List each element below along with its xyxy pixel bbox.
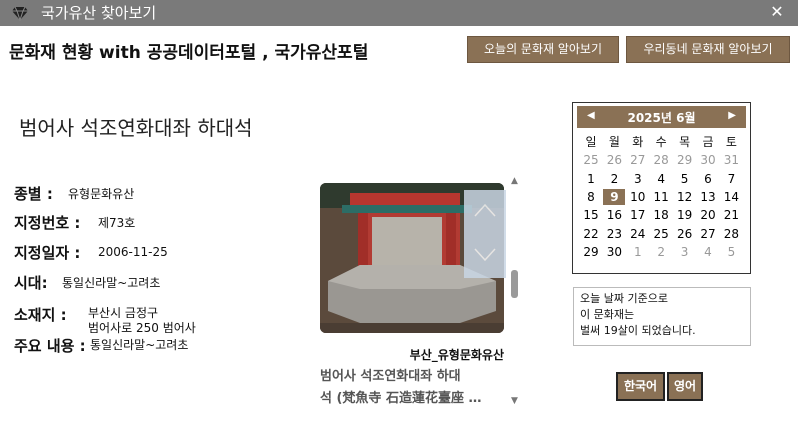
window-titlebar: 국가유산 찾아보기 ✕ <box>0 0 798 26</box>
page-title: 문화재 현황 with 공공데이터포털 , 국가유산포털 <box>9 43 369 63</box>
calendar-day[interactable]: 27 <box>627 152 649 168</box>
calendar-day-selected[interactable]: 9 <box>603 188 626 205</box>
designation-date-value: 2006-11-25 <box>98 245 168 259</box>
calendar-day[interactable]: 29 <box>580 244 602 260</box>
calendar-day[interactable]: 25 <box>580 152 602 168</box>
weekday-header: 화 <box>632 135 644 149</box>
weekday-header: 수 <box>655 135 667 149</box>
calendar-day[interactable]: 21 <box>720 207 742 223</box>
calendar-day[interactable]: 22 <box>580 226 602 242</box>
photo-title-caption: 범어사 석조연화대좌 하대 석 (梵魚寺 石造蓮花臺座 … <box>320 366 504 410</box>
english-language-button[interactable]: 영어 <box>667 372 703 401</box>
today-heritage-button[interactable]: 오늘의 문화재 알아보기 <box>467 36 619 63</box>
calendar-day[interactable]: 30 <box>603 244 625 260</box>
weekday-header: 금 <box>702 135 714 149</box>
calendar-day[interactable]: 4 <box>697 244 719 260</box>
calendar: ◀ 2025년 6월 ▶ 일 월 화 수 목 금 토 25 26 27 28 29 30 31 1 2 3 4 5 6… <box>572 102 751 274</box>
calendar-day[interactable]: 20 <box>697 207 719 223</box>
age-info-line1: 오늘 날짜 기준으로 <box>580 292 668 305</box>
designation-date-label: 지정일자 : <box>14 244 81 262</box>
scroll-up-arrow-icon[interactable]: ▲ <box>511 176 518 186</box>
calendar-day[interactable]: 18 <box>650 207 672 223</box>
calendar-day[interactable]: 4 <box>650 171 672 187</box>
calendar-day[interactable]: 24 <box>627 226 649 242</box>
gallery-scrollbar[interactable]: ▲ ▼ <box>509 176 521 406</box>
calendar-day[interactable]: 3 <box>627 171 649 187</box>
photo-category-caption: 부산_유형문화유산 <box>409 348 504 362</box>
calendar-day[interactable]: 29 <box>674 152 696 168</box>
calendar-day[interactable]: 23 <box>603 226 625 242</box>
previous-image-button[interactable] <box>464 190 506 234</box>
photo-title-line1: 범어사 석조연화대좌 하대 <box>320 369 461 384</box>
calendar-month-label: 2025년 6월 <box>627 111 696 125</box>
calendar-day[interactable]: 16 <box>603 207 625 223</box>
chevron-up-icon <box>474 203 496 217</box>
calendar-day[interactable]: 1 <box>627 244 649 260</box>
calendar-day[interactable]: 1 <box>580 171 602 187</box>
category-value: 유형문화유산 <box>68 187 135 201</box>
weekday-header: 일 <box>585 135 597 149</box>
location-value-line2: 범어사로 250 범어사 <box>88 321 196 335</box>
korean-language-button[interactable]: 한국어 <box>616 372 665 401</box>
calendar-day[interactable]: 12 <box>674 189 696 205</box>
heritage-name: 범어사 석조연화대좌 하대석 <box>19 116 253 140</box>
calendar-day[interactable]: 8 <box>580 189 602 205</box>
calendar-day[interactable]: 19 <box>674 207 696 223</box>
scroll-thumb[interactable] <box>511 270 518 298</box>
neighborhood-heritage-button[interactable]: 우리동네 문화재 알아보기 <box>626 36 790 63</box>
next-month-icon[interactable]: ▶ <box>728 110 736 121</box>
category-label: 종별 : <box>14 185 53 203</box>
calendar-day[interactable]: 26 <box>674 226 696 242</box>
weekday-header: 토 <box>725 135 737 149</box>
calendar-day[interactable]: 27 <box>697 226 719 242</box>
calendar-day[interactable]: 5 <box>674 171 696 187</box>
calendar-day[interactable]: 6 <box>697 171 719 187</box>
age-info-line2: 이 문화재는 <box>580 308 635 321</box>
designation-number-value: 제73호 <box>98 216 136 230</box>
calendar-day[interactable]: 26 <box>603 152 625 168</box>
era-label: 시대: <box>14 274 48 292</box>
calendar-day[interactable]: 13 <box>697 189 719 205</box>
close-icon[interactable]: ✕ <box>768 3 786 21</box>
calendar-day[interactable]: 2 <box>650 244 672 260</box>
calendar-day[interactable]: 30 <box>697 152 719 168</box>
calendar-header: ◀ 2025년 6월 ▶ <box>577 106 746 128</box>
calendar-day[interactable]: 3 <box>674 244 696 260</box>
next-image-button[interactable] <box>464 234 506 278</box>
calendar-day[interactable]: 28 <box>650 152 672 168</box>
calendar-day[interactable]: 5 <box>720 244 742 260</box>
calendar-day[interactable]: 7 <box>720 171 742 187</box>
calendar-day[interactable]: 17 <box>627 207 649 223</box>
calendar-day[interactable]: 11 <box>650 189 672 205</box>
calendar-day[interactable]: 28 <box>720 226 742 242</box>
calendar-day[interactable]: 10 <box>627 189 649 205</box>
window-title: 국가유산 찾아보기 <box>41 4 157 22</box>
calendar-day[interactable]: 14 <box>720 189 742 205</box>
calendar-day[interactable]: 2 <box>603 171 625 187</box>
heritage-age-info: 오늘 날짜 기준으로 이 문화재는 벌써 19살이 되었습니다. <box>573 287 751 346</box>
main-content-label: 주요 내용 : <box>14 337 86 355</box>
main-content-value: 통일신라말~고려초 <box>90 338 189 352</box>
calendar-day[interactable]: 25 <box>650 226 672 242</box>
age-info-line3: 벌써 19살이 되었습니다. <box>580 324 696 337</box>
scroll-down-arrow-icon[interactable]: ▼ <box>511 396 518 406</box>
gem-icon <box>12 6 28 21</box>
location-label: 소재지 : <box>14 306 67 324</box>
era-value: 통일신라말~고려초 <box>62 276 161 290</box>
designation-number-label: 지정번호 : <box>14 214 81 232</box>
calendar-day[interactable]: 31 <box>720 152 742 168</box>
weekday-header: 목 <box>679 135 691 149</box>
chevron-down-icon <box>474 248 496 261</box>
weekday-header: 월 <box>608 135 620 149</box>
calendar-day[interactable]: 15 <box>580 207 602 223</box>
photo-title-line2: 석 (梵魚寺 石造蓮花臺座 … <box>320 391 482 406</box>
